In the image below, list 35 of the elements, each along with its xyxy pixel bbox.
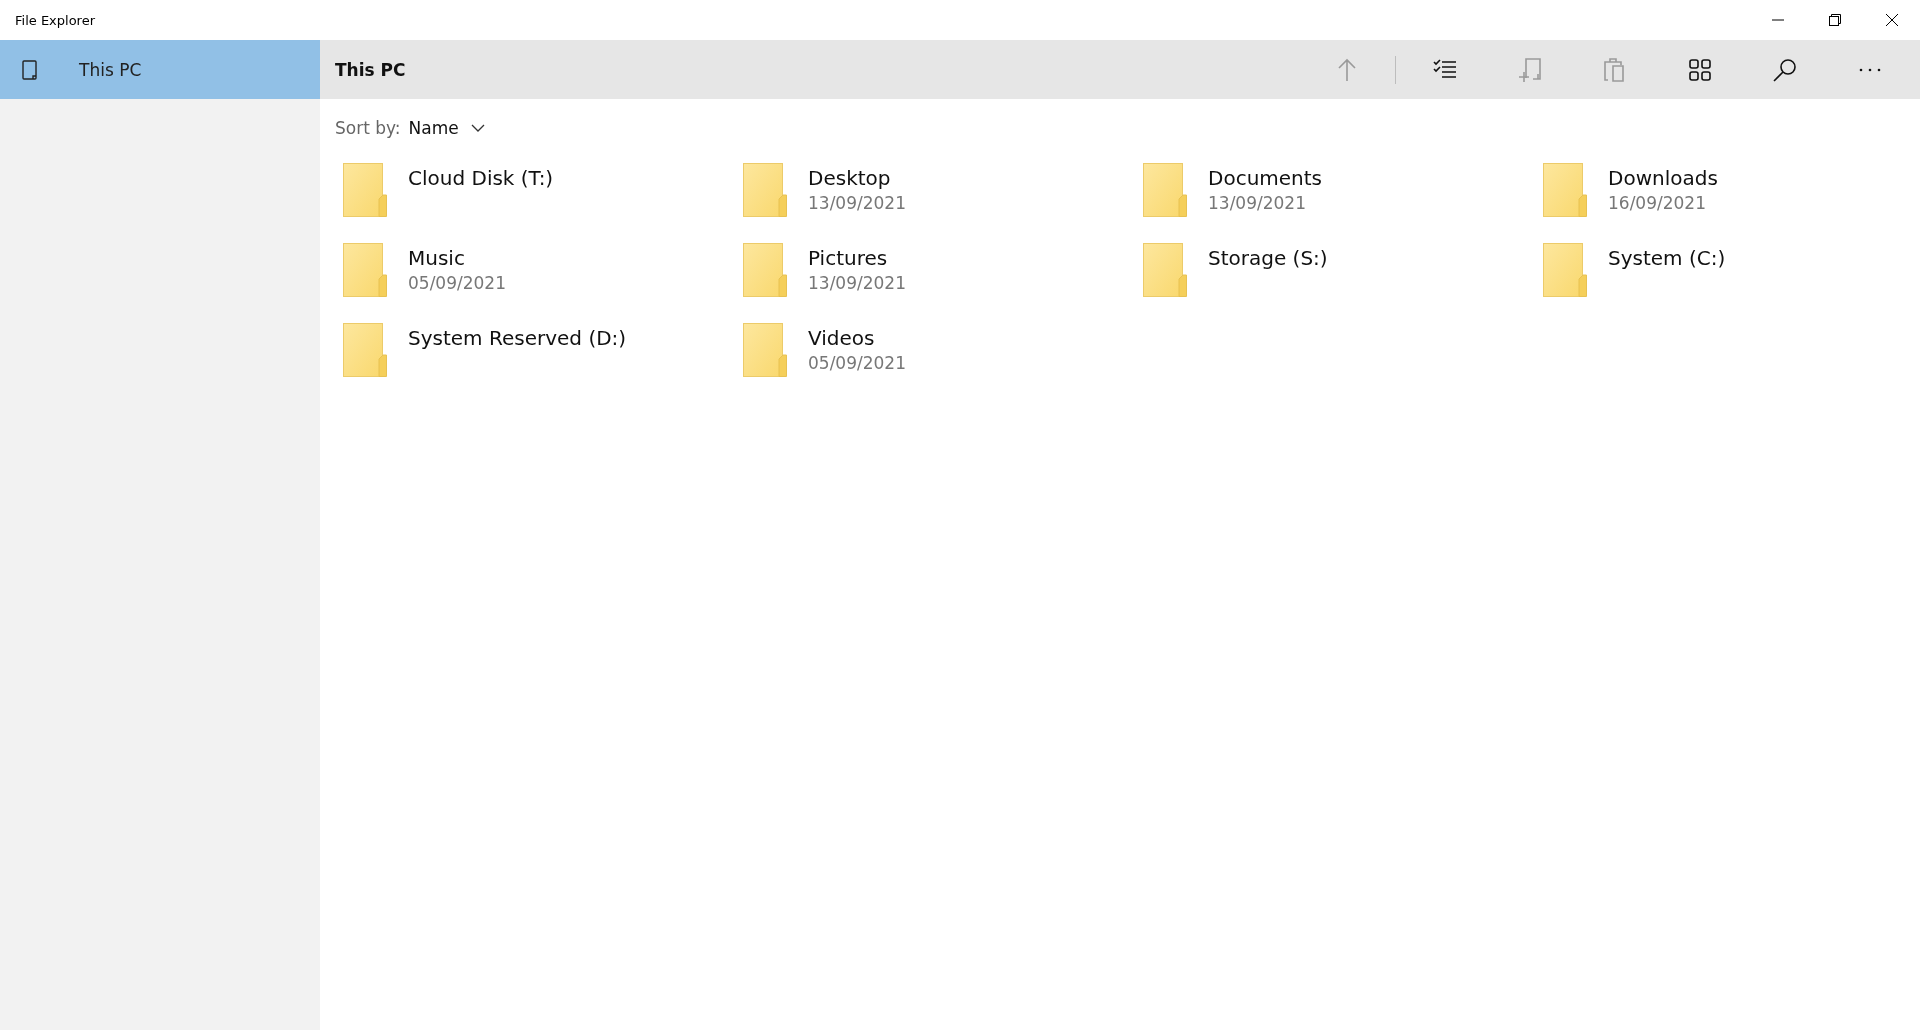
close-icon: [1885, 14, 1898, 26]
folder-icon: [1143, 243, 1187, 297]
folder-name[interactable]: Desktop: [808, 166, 906, 190]
folder-name[interactable]: Pictures: [808, 246, 906, 270]
folder-name[interactable]: System Reserved (D:): [408, 326, 627, 350]
folder-icon: [743, 323, 787, 377]
folder-name[interactable]: System (C:): [1608, 246, 1726, 270]
folder-date: 05/09/2021: [408, 273, 506, 293]
folder-date: 13/09/2021: [808, 273, 906, 293]
folder-date: 13/09/2021: [808, 193, 906, 213]
location-title: This PC: [334, 59, 406, 80]
folder-name[interactable]: Cloud Disk (T:): [408, 166, 554, 190]
folder-icon: [1543, 163, 1587, 217]
sort-label: Sort by:: [335, 118, 401, 138]
folder-name[interactable]: Storage (S:): [1208, 246, 1328, 270]
folder-date: 16/09/2021: [1608, 193, 1707, 213]
folder-icon: [1543, 243, 1587, 297]
folder-icon: [1143, 163, 1187, 217]
folder-date: 13/09/2021: [1208, 193, 1307, 213]
folder-icon: [343, 323, 387, 377]
sidebar-item[interactable]: This PC: [0, 40, 320, 99]
folder-icon: [743, 163, 787, 217]
chevron-down-icon: [470, 123, 485, 133]
folder-icon: [343, 163, 387, 217]
folder-name[interactable]: Videos: [808, 326, 906, 350]
window-title: File Explorer: [14, 12, 95, 28]
restore-icon: [1828, 14, 1841, 26]
folder-date: 05/09/2021: [808, 353, 906, 373]
folder-icon: [343, 243, 387, 297]
tablet-icon: [22, 59, 38, 80]
folder-name[interactable]: Downloads: [1608, 166, 1718, 190]
sort-dropdown[interactable]: Name: [408, 118, 485, 138]
folder-name[interactable]: Music: [408, 246, 506, 270]
folder-icon: [743, 243, 787, 297]
folder-name[interactable]: Documents: [1208, 166, 1323, 190]
